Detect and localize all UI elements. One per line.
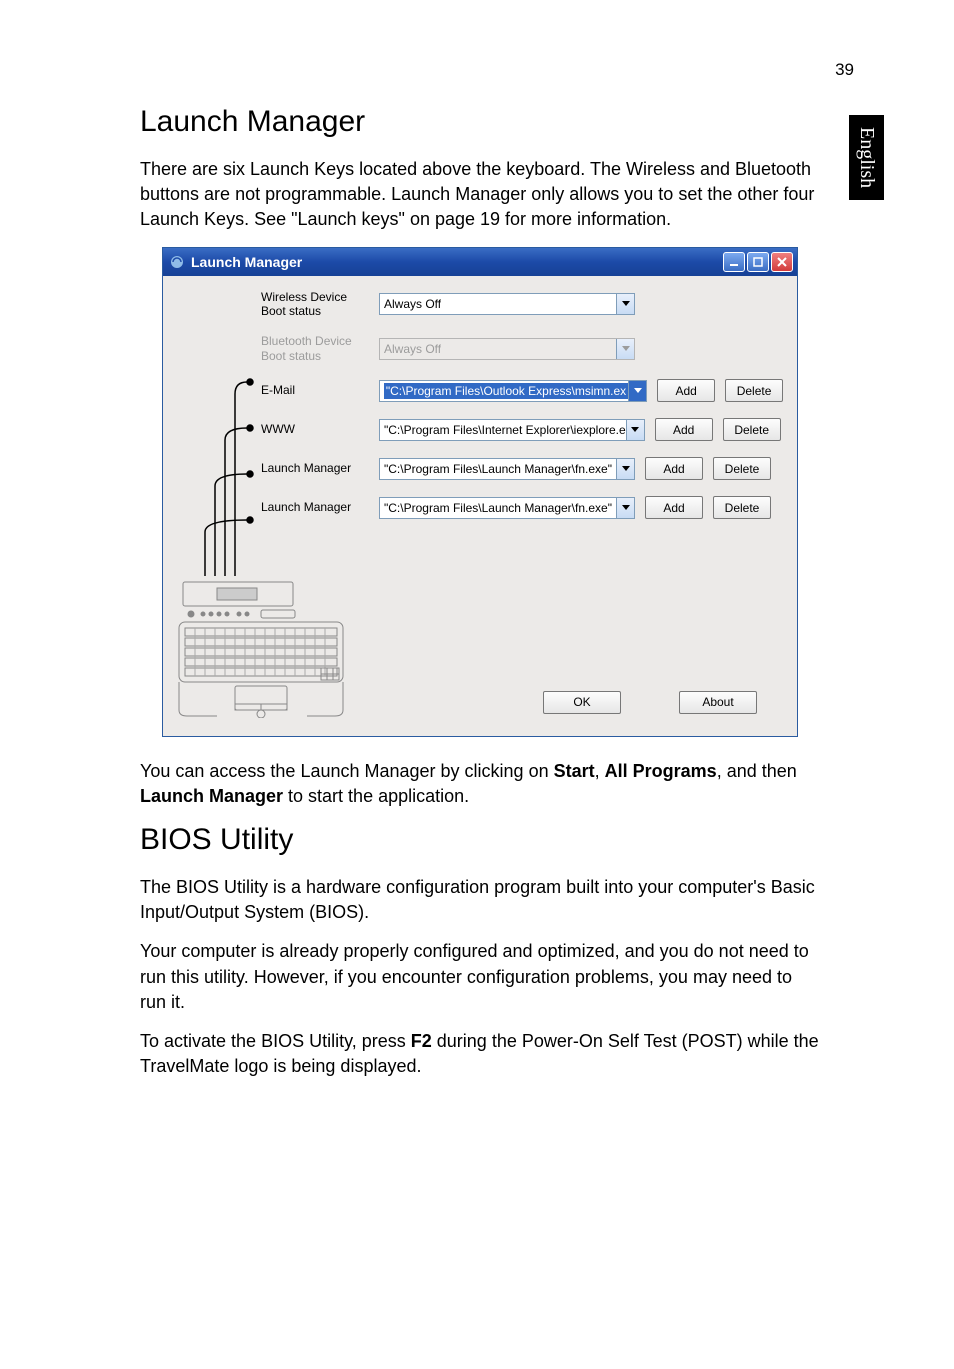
lm2-label: Launch Manager <box>261 500 369 514</box>
lm1-value: "C:\Program Files\Launch Manager\fn.exe" <box>384 462 612 476</box>
connector-lines-icon <box>177 376 255 611</box>
lm1-delete-button[interactable]: Delete <box>713 457 771 480</box>
www-value: "C:\Program Files\Internet Explorer\iexp… <box>384 423 626 437</box>
text: , <box>595 761 605 781</box>
dropdown-arrow-icon[interactable] <box>616 294 634 314</box>
window-body: Wireless Device Boot status Always Off B… <box>163 276 797 736</box>
email-value: "C:\Program Files\Outlook Express\msimn.… <box>384 383 628 399</box>
ok-button[interactable]: OK <box>543 691 621 714</box>
page-number: 39 <box>835 60 854 80</box>
titlebar: Launch Manager <box>163 248 797 276</box>
text: to start the application. <box>283 786 469 806</box>
text: To activate the BIOS Utility, press <box>140 1031 411 1051</box>
window-controls <box>723 252 793 272</box>
email-dropdown[interactable]: "C:\Program Files\Outlook Express\msimn.… <box>379 380 647 402</box>
lm1-dropdown[interactable]: "C:\Program Files\Launch Manager\fn.exe" <box>379 458 635 480</box>
launch-manager-access: You can access the Launch Manager by cli… <box>140 759 820 809</box>
lm1-add-button[interactable]: Add <box>645 457 703 480</box>
email-add-button[interactable]: Add <box>657 379 715 402</box>
start-bold: Start <box>554 761 595 781</box>
wireless-label: Wireless Device Boot status <box>261 290 369 319</box>
row-lm2: Launch Manager "C:\Program Files\Launch … <box>177 496 783 519</box>
email-delete-button[interactable]: Delete <box>725 379 783 402</box>
f2-bold: F2 <box>411 1031 432 1051</box>
spacer <box>645 337 703 360</box>
spacer <box>645 292 703 315</box>
bluetooth-value: Always Off <box>384 342 441 356</box>
launch-manager-heading: Launch Manager <box>140 105 820 139</box>
spacer <box>713 337 771 360</box>
page-content: Launch Manager There are six Launch Keys… <box>140 105 820 1093</box>
row-www: WWW "C:\Program Files\Internet Explorer\… <box>177 418 783 441</box>
close-button[interactable] <box>771 252 793 272</box>
text: , and then <box>717 761 797 781</box>
allprograms-bold: All Programs <box>605 761 717 781</box>
text: You can access the Launch Manager by cli… <box>140 761 554 781</box>
row-bluetooth: Bluetooth Device Boot status Always Off <box>177 334 783 363</box>
bios-section: BIOS Utility The BIOS Utility is a hardw… <box>140 823 820 1079</box>
dropdown-arrow-icon[interactable] <box>626 420 644 440</box>
laptop-illustration-icon <box>177 580 347 718</box>
lm2-delete-button[interactable]: Delete <box>713 496 771 519</box>
language-tab: English <box>849 115 884 200</box>
lm2-value: "C:\Program Files\Launch Manager\fn.exe" <box>384 501 612 515</box>
bios-para2: Your computer is already properly config… <box>140 939 820 1015</box>
wireless-value: Always Off <box>384 297 441 311</box>
spacer <box>713 292 771 315</box>
lm2-dropdown[interactable]: "C:\Program Files\Launch Manager\fn.exe" <box>379 497 635 519</box>
bios-heading: BIOS Utility <box>140 823 820 857</box>
launch-manager-intro: There are six Launch Keys located above … <box>140 157 820 233</box>
row-wireless: Wireless Device Boot status Always Off <box>177 290 783 319</box>
email-label: E-Mail <box>261 383 369 397</box>
window-title: Launch Manager <box>191 254 302 270</box>
app-icon <box>169 254 185 270</box>
lm1-label: Launch Manager <box>261 461 369 475</box>
minimize-button[interactable] <box>723 252 745 272</box>
www-delete-button[interactable]: Delete <box>723 418 781 441</box>
wireless-dropdown[interactable]: Always Off <box>379 293 635 315</box>
bios-para3: To activate the BIOS Utility, press F2 d… <box>140 1029 820 1079</box>
bluetooth-label: Bluetooth Device Boot status <box>261 334 369 363</box>
bluetooth-dropdown: Always Off <box>379 338 635 360</box>
lm2-add-button[interactable]: Add <box>645 496 703 519</box>
bottom-buttons: OK About <box>543 691 757 714</box>
maximize-button[interactable] <box>747 252 769 272</box>
bios-para1: The BIOS Utility is a hardware configura… <box>140 875 820 925</box>
about-button[interactable]: About <box>679 691 757 714</box>
www-add-button[interactable]: Add <box>655 418 713 441</box>
www-dropdown[interactable]: "C:\Program Files\Internet Explorer\iexp… <box>379 419 645 441</box>
row-lm1: Launch Manager "C:\Program Files\Launch … <box>177 457 783 480</box>
launchmanager-bold: Launch Manager <box>140 786 283 806</box>
launch-manager-window: Launch Manager Wireless Device Boot stat… <box>162 247 798 737</box>
dropdown-arrow-icon[interactable] <box>628 381 646 401</box>
dropdown-arrow-icon <box>616 339 634 359</box>
row-email: E-Mail "C:\Program Files\Outlook Express… <box>177 379 783 402</box>
dropdown-arrow-icon[interactable] <box>616 498 634 518</box>
www-label: WWW <box>261 422 369 436</box>
dropdown-arrow-icon[interactable] <box>616 459 634 479</box>
